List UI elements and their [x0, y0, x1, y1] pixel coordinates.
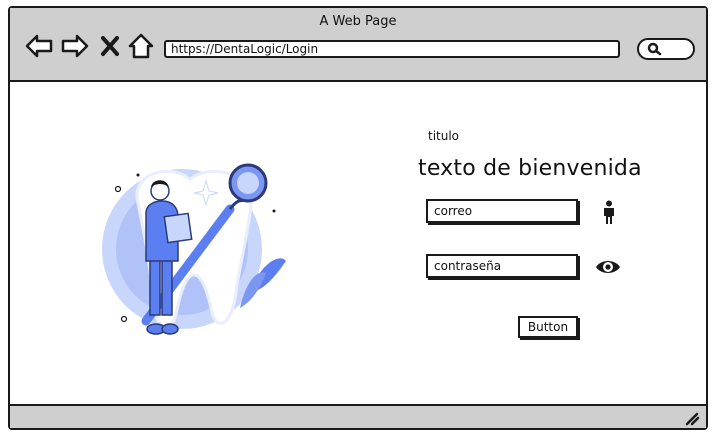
search-icon: [647, 42, 662, 56]
welcome-heading: texto de bienvenida: [418, 156, 642, 181]
close-icon[interactable]: [98, 32, 122, 60]
resize-grip-icon[interactable]: [684, 410, 700, 426]
arrow-left-icon[interactable]: [24, 32, 54, 60]
browser-toolbar: A Web Page https://DentaLogic/Login: [10, 8, 706, 82]
person-icon: [604, 200, 614, 224]
eye-icon[interactable]: [595, 254, 621, 280]
search-field[interactable]: [637, 38, 695, 60]
dentist-illustration: [102, 163, 286, 335]
submit-button[interactable]: Button: [518, 316, 578, 338]
url-input[interactable]: https://DentaLogic/Login: [164, 40, 620, 58]
status-bar: [10, 404, 706, 428]
arrow-right-icon[interactable]: [60, 32, 90, 60]
browser-window: A Web Page https://DentaLogic/Login titu…: [8, 6, 708, 430]
home-icon[interactable]: [126, 32, 156, 60]
login-subtitle: titulo: [428, 129, 460, 143]
email-field[interactable]: correo: [426, 199, 578, 223]
password-field[interactable]: contraseña: [426, 254, 578, 278]
window-title: A Web Page: [319, 14, 397, 29]
